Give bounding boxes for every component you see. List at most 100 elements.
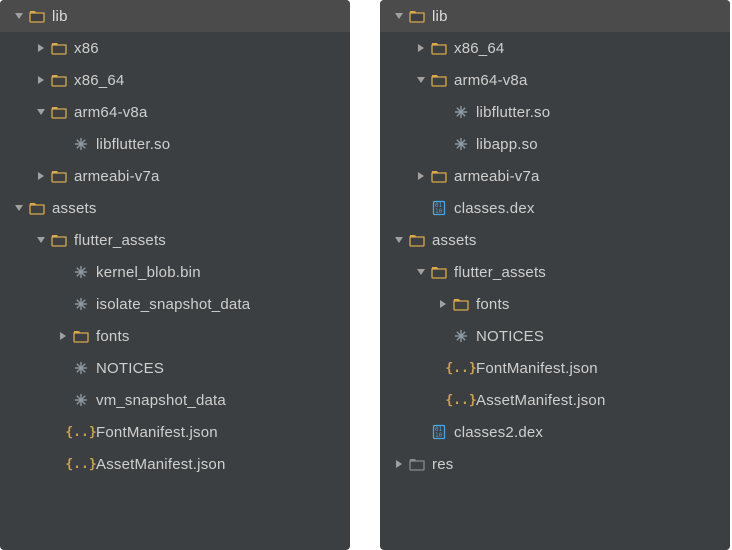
- tree-row[interactable]: x86: [0, 32, 350, 64]
- tree-item-label: armeabi-v7a: [74, 168, 160, 185]
- chevron-placeholder: [56, 265, 70, 279]
- chevron-right-icon[interactable]: [34, 169, 48, 183]
- json-file-icon: {..}: [72, 423, 90, 441]
- tree-row[interactable]: x86_64: [0, 64, 350, 96]
- tree-item-label: isolate_snapshot_data: [96, 296, 250, 313]
- tree-row[interactable]: 0110classes.dex: [380, 192, 730, 224]
- chevron-placeholder: [436, 137, 450, 151]
- tree-row[interactable]: lib: [380, 0, 730, 32]
- file-icon: [72, 263, 90, 281]
- chevron-right-icon[interactable]: [436, 297, 450, 311]
- folder-icon: [72, 327, 90, 345]
- tree-row[interactable]: lib: [0, 0, 350, 32]
- json-file-icon: {..}: [452, 359, 470, 377]
- tree-row[interactable]: {..} FontManifest.json: [380, 352, 730, 384]
- chevron-down-icon[interactable]: [392, 233, 406, 247]
- tree-item-label: lib: [432, 8, 448, 25]
- tree-row[interactable]: fonts: [380, 288, 730, 320]
- tree-item-label: libapp.so: [476, 136, 538, 153]
- tree-row[interactable]: assets: [0, 192, 350, 224]
- tree-row[interactable]: NOTICES: [380, 320, 730, 352]
- svg-text:10: 10: [435, 432, 443, 439]
- tree-item-label: AssetManifest.json: [96, 456, 226, 473]
- tree-item-label: res: [432, 456, 453, 473]
- tree-item-label: flutter_assets: [454, 264, 546, 281]
- chevron-down-icon[interactable]: [12, 201, 26, 215]
- right-tree: lib x86_64 arm64-v8a libflutter.so libapp.so…: [380, 0, 730, 480]
- tree-item-label: flutter_assets: [74, 232, 166, 249]
- tree-row[interactable]: fonts: [0, 320, 350, 352]
- chevron-right-icon[interactable]: [34, 41, 48, 55]
- tree-row[interactable]: libflutter.so: [0, 128, 350, 160]
- chevron-placeholder: [56, 361, 70, 375]
- folder-icon: [28, 7, 46, 25]
- tree-row[interactable]: {..}FontManifest.json: [0, 416, 350, 448]
- folder-icon: [50, 167, 68, 185]
- folder-icon: [408, 231, 426, 249]
- tree-item-label: assets: [432, 232, 477, 249]
- folder-icon: [408, 7, 426, 25]
- tree-row[interactable]: assets: [380, 224, 730, 256]
- tree-item-label: arm64-v8a: [74, 104, 148, 121]
- chevron-placeholder: [436, 329, 450, 343]
- tree-row[interactable]: res: [380, 448, 730, 480]
- tree-row[interactable]: {..} AssetManifest.json: [0, 448, 350, 480]
- tree-row[interactable]: flutter_assets: [380, 256, 730, 288]
- tree-item-label: classes.dex: [454, 200, 535, 217]
- chevron-down-icon[interactable]: [34, 233, 48, 247]
- chevron-placeholder: [56, 393, 70, 407]
- folder-icon: [430, 39, 448, 57]
- folder-icon: [50, 39, 68, 57]
- tree-row[interactable]: {..}AssetManifest.json: [380, 384, 730, 416]
- chevron-down-icon[interactable]: [414, 265, 428, 279]
- chevron-right-icon[interactable]: [414, 41, 428, 55]
- chevron-right-icon[interactable]: [34, 73, 48, 87]
- tree-row[interactable]: NOTICES: [0, 352, 350, 384]
- chevron-down-icon[interactable]: [414, 73, 428, 87]
- svg-text:10: 10: [435, 208, 443, 215]
- file-icon: [452, 103, 470, 121]
- tree-row[interactable]: arm64-v8a: [380, 64, 730, 96]
- tree-row[interactable]: kernel_blob.bin: [0, 256, 350, 288]
- tree-row[interactable]: arm64-v8a: [0, 96, 350, 128]
- folder-icon: [50, 71, 68, 89]
- tree-item-label: lib: [52, 8, 68, 25]
- chevron-placeholder: [436, 105, 450, 119]
- folder-icon: [50, 103, 68, 121]
- left-panel: lib x86 x86_64 arm64-v8a libflutter.so armeab…: [0, 0, 350, 550]
- tree-item-label: fonts: [96, 328, 130, 345]
- chevron-down-icon[interactable]: [392, 9, 406, 23]
- chevron-down-icon[interactable]: [12, 9, 26, 23]
- file-icon: [72, 391, 90, 409]
- tree-row[interactable]: armeabi-v7a: [0, 160, 350, 192]
- chevron-right-icon[interactable]: [392, 457, 406, 471]
- tree-item-label: x86: [74, 40, 99, 57]
- tree-row[interactable]: x86_64: [380, 32, 730, 64]
- chevron-placeholder: [56, 137, 70, 151]
- folder-icon: [50, 231, 68, 249]
- folder-muted-icon: [408, 455, 426, 473]
- file-icon: [72, 359, 90, 377]
- tree-row[interactable]: libapp.so: [380, 128, 730, 160]
- dex-file-icon: 0110: [430, 423, 448, 441]
- tree-item-label: armeabi-v7a: [454, 168, 540, 185]
- tree-row[interactable]: isolate_snapshot_data: [0, 288, 350, 320]
- folder-icon: [452, 295, 470, 313]
- tree-item-label: NOTICES: [96, 360, 164, 377]
- folder-icon: [430, 263, 448, 281]
- chevron-down-icon[interactable]: [34, 105, 48, 119]
- tree-row[interactable]: armeabi-v7a: [380, 160, 730, 192]
- tree-item-label: arm64-v8a: [454, 72, 528, 89]
- tree-item-label: vm_snapshot_data: [96, 392, 226, 409]
- chevron-placeholder: [414, 201, 428, 215]
- chevron-right-icon[interactable]: [56, 329, 70, 343]
- tree-item-label: libflutter.so: [476, 104, 550, 121]
- tree-item-label: FontManifest.json: [476, 360, 598, 377]
- tree-item-label: NOTICES: [476, 328, 544, 345]
- tree-row[interactable]: flutter_assets: [0, 224, 350, 256]
- tree-row[interactable]: libflutter.so: [380, 96, 730, 128]
- chevron-right-icon[interactable]: [414, 169, 428, 183]
- json-file-icon: {..}: [72, 455, 90, 473]
- tree-row[interactable]: 0110classes2.dex: [380, 416, 730, 448]
- tree-row[interactable]: vm_snapshot_data: [0, 384, 350, 416]
